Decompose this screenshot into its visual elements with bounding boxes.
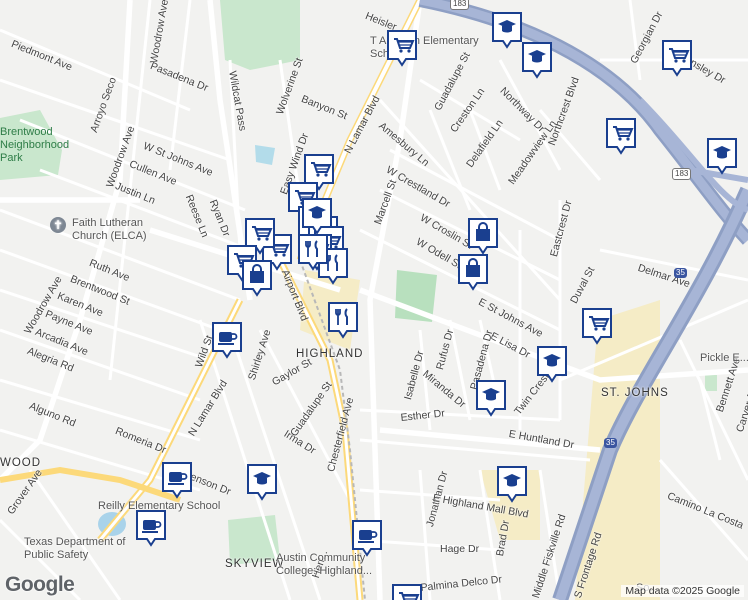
poi-label-texas-dps[interactable]: Texas Department of Public Safety: [24, 536, 144, 562]
shopping-cart-marker-icon[interactable]: [660, 38, 694, 78]
coffee-marker-icon[interactable]: [160, 460, 194, 500]
highway-shield: 183: [450, 0, 470, 10]
school-marker-icon[interactable]: [535, 344, 569, 384]
shopping-cart-marker-icon[interactable]: [580, 306, 614, 346]
interstate-shield: 35: [674, 268, 687, 278]
street-label: Hage Dr: [440, 543, 480, 555]
poi-label-pickle[interactable]: Pickle E...: [700, 352, 748, 365]
cross-icon: ✝: [50, 217, 66, 233]
shopping-bag-marker-icon[interactable]: [466, 216, 500, 256]
google-logo: Google: [5, 573, 75, 596]
interstate-shield: 35: [604, 438, 617, 448]
restaurant-marker-icon[interactable]: [296, 232, 330, 272]
map-canvas[interactable]: HIGHLAND ST. JOHNS SKYVIEW WOOD Piedmont…: [0, 0, 748, 600]
school-marker-icon[interactable]: [245, 462, 279, 502]
shopping-cart-marker-icon[interactable]: [385, 28, 419, 68]
school-marker-icon[interactable]: [495, 464, 529, 504]
shopping-cart-marker-icon[interactable]: [604, 116, 638, 156]
school-marker-icon[interactable]: [520, 40, 554, 80]
coffee-marker-icon[interactable]: [210, 320, 244, 360]
poi-icon-church: ✝: [50, 217, 66, 233]
school-marker-icon[interactable]: [705, 136, 739, 176]
shopping-bag-marker-icon[interactable]: [240, 258, 274, 298]
school-marker-icon[interactable]: [474, 378, 508, 418]
restaurant-marker-icon[interactable]: [326, 300, 360, 340]
place-marker-cluster[interactable]: [390, 582, 424, 600]
area-label-st-johns: ST. JOHNS: [601, 387, 669, 399]
school-marker-icon[interactable]: [490, 10, 524, 50]
map-attribution: Map data ©2025 Google: [621, 585, 744, 597]
highway-shield: 183: [672, 168, 692, 180]
park-label: Brentwood Neighborhood Park: [0, 126, 70, 164]
coffee-marker-icon[interactable]: [134, 508, 168, 548]
poi-label-acc-highland[interactable]: Austin Community College: Highland...: [276, 552, 406, 578]
coffee-marker-icon[interactable]: [350, 518, 384, 558]
school-marker-icon[interactable]: [300, 196, 334, 236]
poi-label-faith-lutheran[interactable]: Faith Lutheran Church (ELCA): [72, 217, 162, 243]
shopping-bag-marker-icon[interactable]: [456, 252, 490, 292]
